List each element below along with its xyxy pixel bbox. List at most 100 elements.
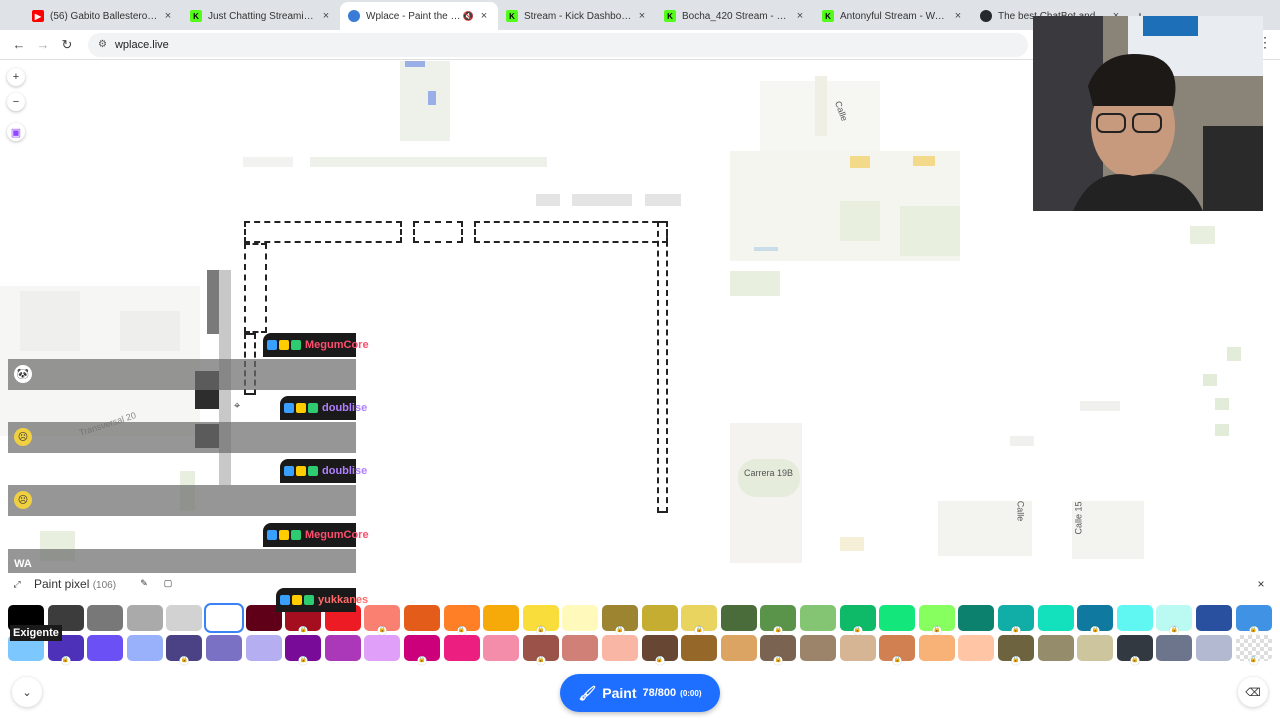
color-swatch[interactable] [681,635,718,661]
color-swatch[interactable]: 🔒 [681,605,718,635]
template-outline [657,221,668,513]
close-icon[interactable]: × [320,10,332,22]
close-panel-icon[interactable]: × [1252,575,1270,593]
tab-title: Just Chatting Streaming - Live [208,10,316,22]
expand-icon[interactable]: ⤢ [8,575,26,593]
color-swatch[interactable]: 🔒 [1235,635,1272,665]
collapse-icon[interactable]: ⌄ [12,677,42,707]
color-swatch[interactable] [126,635,163,661]
color-swatch[interactable] [126,605,163,631]
color-swatch[interactable]: 🔒 [404,635,440,665]
color-swatch[interactable]: 🔒 [1156,605,1193,635]
lock-icon: 🔒 [417,656,427,665]
color-swatch[interactable] [1196,605,1232,631]
color-swatch[interactable]: 🔒 [998,605,1034,635]
tab-wplace[interactable]: Wplace - Paint the world 🔇 × [340,2,498,30]
color-swatch[interactable] [800,605,836,631]
twitch-icon[interactable]: ▣ [7,123,25,141]
reload-icon[interactable]: ↻ [56,34,78,56]
color-swatch[interactable]: 🔒 [1116,635,1153,665]
color-swatch[interactable] [483,605,520,631]
eraser-icon[interactable]: ⌫ [1238,677,1268,707]
site-info-icon[interactable]: ⚙ [98,39,107,50]
close-icon[interactable]: × [952,10,964,22]
crosshair-icon: ⌖ [234,400,241,412]
color-swatch[interactable] [206,635,242,661]
color-swatch[interactable]: 🔒 [443,605,480,635]
color-swatch[interactable]: 🔒 [1077,605,1114,635]
mute-icon[interactable]: 🔇 [463,11,474,22]
color-swatch[interactable]: 🔒 [641,635,678,665]
color-swatch[interactable]: 🔒 [285,635,322,665]
close-icon[interactable]: × [794,10,806,22]
address-bar[interactable]: ⚙ wplace.live [88,32,1028,57]
color-swatch[interactable] [1037,635,1074,661]
github-icon [980,10,992,22]
tab-kick-dashboard[interactable]: K Stream - Kick Dashboard × [498,2,656,30]
color-swatch[interactable] [87,605,124,631]
template-outline [244,243,267,333]
paint-pixel-title: Paint pixel (106) [34,577,117,591]
back-arrow-icon[interactable]: ← [8,34,30,56]
color-swatch[interactable] [443,635,480,661]
color-swatch[interactable]: 🔒 [522,605,559,635]
paint-button[interactable]: 🖌 Paint 78/800 (0:00) [560,674,720,712]
color-swatch[interactable]: 🔒 [602,605,638,635]
globe-icon [348,10,360,22]
color-swatch[interactable]: 🔒 [918,605,955,635]
color-swatch[interactable] [483,635,520,661]
color-swatch[interactable] [87,635,124,661]
lock-icon: 🔒 [377,626,387,635]
tab-youtube[interactable]: ▶ (56) Gabito Ballesteros x Natan × [24,2,182,30]
close-icon[interactable]: × [636,10,648,22]
color-swatch[interactable] [918,635,955,661]
color-swatch[interactable]: 🔒 [1235,605,1272,635]
tab-kick-bocha[interactable]: K Bocha_420 Stream - Watch Live × [656,2,814,30]
color-swatch[interactable] [166,605,203,631]
lock-icon: 🔒 [694,626,704,635]
color-swatch[interactable] [720,635,757,661]
color-swatch[interactable]: 🔒 [166,635,203,665]
color-swatch[interactable]: 🔒 [839,605,876,635]
tab-kick-antonyful[interactable]: K Antonyful Stream - Watch Live × [814,2,972,30]
color-swatch[interactable] [404,605,440,631]
color-swatch[interactable]: 🔒 [998,635,1034,665]
color-swatch[interactable] [958,635,995,661]
kick-icon: K [822,10,834,22]
tab-kick-just-chatting[interactable]: K Just Chatting Streaming - Live × [182,2,340,30]
color-swatch[interactable] [1037,605,1074,631]
panda-icon: 🐼 [14,365,32,383]
color-swatch[interactable] [839,635,876,661]
color-swatch[interactable]: 🔒 [760,635,797,665]
color-swatch[interactable] [720,605,757,631]
forward-arrow-icon[interactable]: → [32,34,54,56]
color-swatch[interactable] [324,635,361,661]
color-swatch[interactable] [1196,635,1232,661]
color-swatch[interactable]: 🔒 [760,605,797,635]
zoom-out-icon[interactable]: − [7,93,25,111]
square-icon[interactable]: ▢ [160,575,176,591]
color-swatch[interactable]: 🔒 [879,635,916,665]
color-swatch[interactable] [879,605,916,631]
color-swatch[interactable] [800,635,836,661]
color-swatch[interactable] [364,635,401,661]
close-icon[interactable]: × [162,10,174,22]
color-swatch[interactable] [1116,605,1153,631]
color-swatch[interactable] [204,603,244,633]
color-swatch[interactable] [562,605,599,631]
color-swatch[interactable] [602,635,638,661]
lock-icon: 🔒 [298,656,308,665]
color-swatch[interactable] [1156,635,1193,661]
color-swatch[interactable] [245,635,282,661]
color-swatch[interactable] [562,635,599,661]
emoji-icon: ☹ [14,428,32,446]
color-swatch[interactable] [958,605,995,631]
color-swatch[interactable]: 🔒 [522,635,559,665]
pencil-icon[interactable]: ✎ [136,575,152,591]
lock-icon: 🔒 [1011,626,1021,635]
close-icon[interactable]: × [478,10,490,22]
color-swatch[interactable]: 🔒 [364,605,401,635]
color-swatch[interactable] [1077,635,1114,661]
color-swatch[interactable] [641,605,678,631]
zoom-in-icon[interactable]: + [7,68,25,86]
